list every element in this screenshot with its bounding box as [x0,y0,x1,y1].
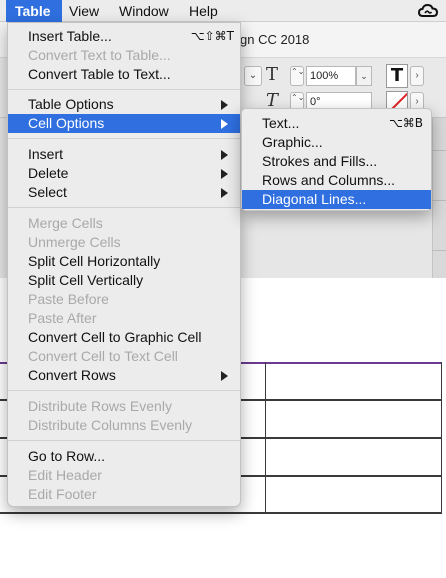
menu-item-insert-table[interactable]: Insert Table... ⌥⇧⌘T [8,27,240,46]
menu-item-convert-rows[interactable]: Convert Rows [8,366,240,385]
menu-table[interactable]: Table [6,0,62,22]
menu-item-select[interactable]: Select [8,183,240,202]
chevron-right-icon[interactable]: › [410,66,424,86]
menu-item-convert-table-to-text[interactable]: Convert Table to Text... [8,65,240,84]
submenu-item-label: Text... [262,115,300,131]
menu-item-label: Distribute Rows Evenly [28,398,172,414]
submenu-item-label: Rows and Columns... [262,172,396,188]
menu-item-label: Convert Cell to Graphic Cell [28,329,202,345]
menu-separator [8,138,240,139]
submenu-arrow-icon [221,169,228,179]
menu-item-label: Insert Table... [28,28,112,44]
menu-item-delete[interactable]: Delete [8,164,240,183]
submenu-arrow-icon [221,188,228,198]
menu-separator [8,440,240,441]
menu-item-split-cell-horizontally[interactable]: Split Cell Horizontally [8,252,240,271]
menu-item-label: Select [28,184,67,200]
submenu-arrow-icon [221,100,228,110]
menu-item-edit-header: Edit Header [8,466,240,485]
submenu-item-text[interactable]: Text... ⌥⌘B [242,114,431,133]
menu-separator [8,207,240,208]
submenu-arrow-icon [221,150,228,160]
menu-item-label: Split Cell Vertically [28,272,144,288]
submenu-arrow-icon [221,119,228,129]
scale-field[interactable]: 100% [306,66,356,86]
text-fill-icon[interactable]: T [386,64,408,88]
menu-item-label: Split Cell Horizontally [28,253,161,269]
vertical-ruler [432,118,446,278]
menu-item-label: Table Options [28,96,114,112]
menu-item-convert-text-to-table: Convert Text to Table... [8,46,240,65]
table-menu: Insert Table... ⌥⇧⌘T Convert Text to Tab… [7,22,241,507]
cell-options-submenu: Text... ⌥⌘B Graphic... Strokes and Fills… [241,108,432,211]
submenu-item-rows-and-columns[interactable]: Rows and Columns... [242,171,431,190]
menu-item-distribute-rows-evenly: Distribute Rows Evenly [8,397,240,416]
horizontal-scale-icon: T [266,64,279,85]
menu-item-label: Edit Footer [28,486,97,502]
menu-item-convert-cell-to-text-cell: Convert Cell to Text Cell [8,347,240,366]
menu-window[interactable]: Window [119,0,169,22]
menu-item-label: Convert Rows [28,367,116,383]
menu-item-paste-before: Paste Before [8,290,240,309]
menu-item-label: Convert Cell to Text Cell [28,348,178,364]
menu-item-label: Paste Before [28,291,109,307]
submenu-arrow-icon [221,371,228,381]
menu-item-cell-options[interactable]: Cell Options [8,114,240,133]
submenu-item-graphic[interactable]: Graphic... [242,133,431,152]
menu-item-label: Edit Header [28,467,102,483]
menu-item-label: Cell Options [28,115,105,131]
menu-item-table-options[interactable]: Table Options [8,95,240,114]
menu-separator [8,390,240,391]
menu-help[interactable]: Help [189,0,218,22]
menu-item-shortcut: ⌥⇧⌘T [190,29,234,43]
creative-cloud-icon[interactable] [418,2,438,20]
menu-item-convert-cell-to-graphic-cell[interactable]: Convert Cell to Graphic Cell [8,328,240,347]
menu-item-label: Unmerge Cells [28,234,121,250]
toolbar-dropdown[interactable]: ⌄ [244,66,262,86]
menu-item-paste-after: Paste After [8,309,240,328]
ruler-tick [432,200,446,201]
ruler-tick [432,250,446,251]
menu-item-distribute-columns-evenly: Distribute Columns Evenly [8,416,240,435]
submenu-item-diagonal-lines[interactable]: Diagonal Lines... [242,190,431,209]
submenu-item-label: Diagonal Lines... [262,191,367,207]
table-row[interactable] [0,512,441,514]
menu-item-label: Convert Table to Text... [28,66,171,82]
menu-item-label: Delete [28,165,69,181]
scale-dropdown[interactable]: ⌄ [356,66,372,86]
menu-item-label: Convert Text to Table... [28,47,171,63]
menu-item-label: Distribute Columns Evenly [28,417,193,433]
menu-bar: Table View Window Help [0,0,446,22]
table-column-divider[interactable] [441,362,442,514]
menu-item-go-to-row[interactable]: Go to Row... [8,447,240,466]
menu-item-edit-footer: Edit Footer [8,485,240,504]
menu-separator [8,89,240,90]
menu-item-merge-cells: Merge Cells [8,214,240,233]
menu-item-label: Insert [28,146,64,162]
submenu-item-strokes-and-fills[interactable]: Strokes and Fills... [242,152,431,171]
stepper-icon[interactable]: ⌃⌄ [290,66,304,86]
menu-item-split-cell-vertically[interactable]: Split Cell Vertically [8,271,240,290]
menu-item-label: Merge Cells [28,215,103,231]
menu-item-label: Go to Row... [28,448,106,464]
submenu-item-shortcut: ⌥⌘B [388,116,423,130]
ruler-tick [432,150,446,151]
menu-view[interactable]: View [69,0,99,22]
menu-item-unmerge-cells: Unmerge Cells [8,233,240,252]
menu-item-label: Paste After [28,310,97,326]
table-column-divider[interactable] [265,362,266,514]
submenu-item-label: Graphic... [262,134,323,150]
submenu-item-label: Strokes and Fills... [262,153,378,169]
window-title: gn CC 2018 [240,32,310,47]
menu-item-insert[interactable]: Insert [8,145,240,164]
